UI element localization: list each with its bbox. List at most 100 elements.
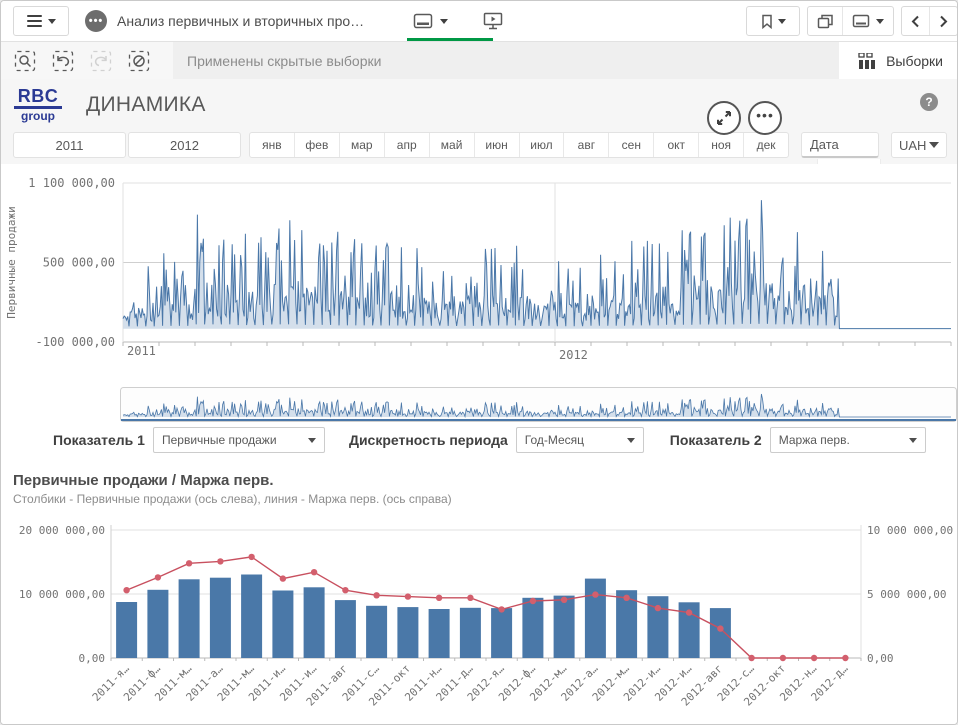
bar-2011-сен[interactable] bbox=[366, 606, 387, 658]
indicator2-value: Маржа перв. bbox=[779, 433, 850, 447]
month-filter-май[interactable]: май bbox=[430, 133, 475, 157]
currency-value: UAH bbox=[899, 138, 926, 153]
currency-dropdown[interactable]: UAH bbox=[891, 132, 947, 158]
rbc-group-logo: RBC group bbox=[14, 87, 62, 122]
bar-2011-мар[interactable] bbox=[179, 579, 200, 658]
undo-selection-button[interactable] bbox=[47, 48, 79, 74]
sheet-list-button[interactable] bbox=[843, 7, 893, 35]
margin-point-2011-дек[interactable] bbox=[467, 595, 473, 601]
month-filter-фев[interactable]: фев bbox=[295, 133, 340, 157]
margin-point-2012-сен[interactable] bbox=[748, 655, 754, 661]
next-sheet-button[interactable] bbox=[930, 7, 957, 35]
margin-point-2012-июл[interactable] bbox=[686, 609, 692, 615]
combo-chart[interactable]: 20 000 000,0010 000 000,000,0010 000 000… bbox=[1, 521, 958, 725]
left-axis-tick-label: 10 000 000,00 bbox=[19, 588, 105, 601]
expand-icon bbox=[715, 109, 733, 127]
margin-point-2012-июн[interactable] bbox=[655, 605, 661, 611]
right-axis-tick-label: 5 000 000,00 bbox=[867, 588, 946, 601]
month-filter-мар[interactable]: мар bbox=[340, 133, 385, 157]
margin-point-2012-ноя[interactable] bbox=[811, 655, 817, 661]
bar-2011-апр[interactable] bbox=[210, 578, 231, 658]
chevron-down-icon bbox=[440, 19, 448, 24]
margin-point-2012-окт[interactable] bbox=[780, 655, 786, 661]
month-filter-ноя[interactable]: ноя bbox=[699, 133, 744, 157]
app-info-icon[interactable]: ••• bbox=[85, 10, 107, 32]
indicator1-value: Первичные продажи bbox=[162, 433, 277, 447]
year-filter-2011[interactable]: 2011 bbox=[13, 132, 126, 158]
bookmark-icon bbox=[761, 14, 773, 29]
sheet-icon bbox=[852, 14, 870, 28]
bar-2011-фев[interactable] bbox=[147, 590, 168, 658]
presenter-icon[interactable] bbox=[482, 12, 504, 30]
selections-tool-button[interactable]: Выборки bbox=[858, 42, 958, 79]
margin-point-2011-июн[interactable] bbox=[280, 575, 286, 581]
bookmark-button[interactable] bbox=[746, 6, 800, 36]
help-icon[interactable]: ? bbox=[920, 93, 938, 111]
date-filter-listbox[interactable]: Дата bbox=[801, 132, 879, 158]
margin-point-2011-сен[interactable] bbox=[373, 592, 379, 598]
smart-search-button[interactable] bbox=[9, 48, 41, 74]
caret-down-icon bbox=[778, 19, 786, 24]
month-filter-дек[interactable]: дек bbox=[744, 133, 788, 157]
margin-point-2012-апр[interactable] bbox=[592, 591, 598, 597]
selections-message: Применены скрытые выборки bbox=[173, 42, 839, 79]
bar-2011-окт[interactable] bbox=[397, 607, 418, 658]
margin-point-2012-авг[interactable] bbox=[717, 625, 723, 631]
month-filter-сен[interactable]: сен bbox=[609, 133, 654, 157]
bar-2011-янв[interactable] bbox=[116, 602, 137, 658]
bar-2012-мар[interactable] bbox=[554, 596, 575, 658]
prev-sheet-button[interactable] bbox=[902, 7, 930, 35]
indicator2-label: Показатель 2 bbox=[670, 432, 762, 448]
month-filter-окт[interactable]: окт bbox=[654, 133, 699, 157]
bar-2011-ноя[interactable] bbox=[429, 609, 450, 658]
margin-point-2011-май[interactable] bbox=[248, 554, 254, 560]
indicator1-label: Показатель 1 bbox=[53, 432, 145, 448]
margin-point-2011-ноя[interactable] bbox=[436, 595, 442, 601]
margin-point-2011-авг[interactable] bbox=[342, 587, 348, 593]
dropdown-caret-icon bbox=[909, 438, 917, 443]
bar-2012-авг[interactable] bbox=[710, 608, 731, 658]
margin-point-2012-май[interactable] bbox=[623, 595, 629, 601]
left-axis-tick-label: 0,00 bbox=[79, 652, 106, 665]
redo-selection-button[interactable] bbox=[85, 48, 117, 74]
month-filter-июн[interactable]: июн bbox=[475, 133, 520, 157]
indicator2-dropdown[interactable]: Маржа перв. bbox=[770, 427, 926, 453]
bar-2012-фев[interactable] bbox=[522, 598, 543, 658]
margin-point-2011-апр[interactable] bbox=[217, 558, 223, 564]
page-nav-group bbox=[901, 6, 958, 36]
expand-button[interactable] bbox=[707, 101, 741, 135]
margin-point-2011-окт[interactable] bbox=[405, 593, 411, 599]
indicator1-dropdown[interactable]: Первичные продажи bbox=[153, 427, 325, 453]
month-filter-янв[interactable]: янв bbox=[250, 133, 295, 157]
sheet-view-button[interactable] bbox=[413, 13, 448, 29]
month-filter-июл[interactable]: июл bbox=[520, 133, 565, 157]
margin-point-2011-июл[interactable] bbox=[311, 569, 317, 575]
combo-chart-title: Первичные продажи / Маржа перв. bbox=[13, 472, 274, 489]
margin-point-2012-янв[interactable] bbox=[498, 606, 504, 612]
bar-2012-янв[interactable] bbox=[491, 608, 512, 658]
month-filter-авг[interactable]: авг bbox=[564, 133, 609, 157]
global-menu-button[interactable] bbox=[13, 6, 69, 36]
bar-2011-авг[interactable] bbox=[335, 600, 356, 658]
period-dropdown[interactable]: Год-Месяц bbox=[516, 427, 644, 453]
clear-selections-button[interactable] bbox=[123, 48, 155, 74]
margin-point-2012-мар[interactable] bbox=[561, 597, 567, 603]
month-filter-апр[interactable]: апр bbox=[385, 133, 430, 157]
duplicate-sheet-button[interactable] bbox=[808, 7, 843, 35]
bar-2011-июн[interactable] bbox=[272, 591, 293, 659]
margin-point-2011-фев[interactable] bbox=[155, 574, 161, 580]
caret-down-icon bbox=[48, 19, 56, 24]
primary-sales-area-chart[interactable]: 1 100 000,00500 000,00-100 000,00Первичн… bbox=[1, 166, 958, 424]
margin-point-2012-фев[interactable] bbox=[530, 598, 536, 604]
margin-point-2011-мар[interactable] bbox=[186, 560, 192, 566]
margin-point-2012-дек[interactable] bbox=[842, 655, 848, 661]
bar-2011-июл[interactable] bbox=[304, 587, 325, 658]
year-filter-2012[interactable]: 2012 bbox=[128, 132, 241, 158]
bar-2011-дек[interactable] bbox=[460, 608, 481, 658]
date-filter-label: Дата bbox=[810, 137, 839, 152]
bar-2011-май[interactable] bbox=[241, 575, 262, 659]
margin-point-2011-янв[interactable] bbox=[123, 587, 129, 593]
sheet-nav-group bbox=[807, 6, 894, 36]
more-options-button[interactable]: ••• bbox=[748, 101, 782, 135]
bar-2012-апр[interactable] bbox=[585, 579, 606, 658]
